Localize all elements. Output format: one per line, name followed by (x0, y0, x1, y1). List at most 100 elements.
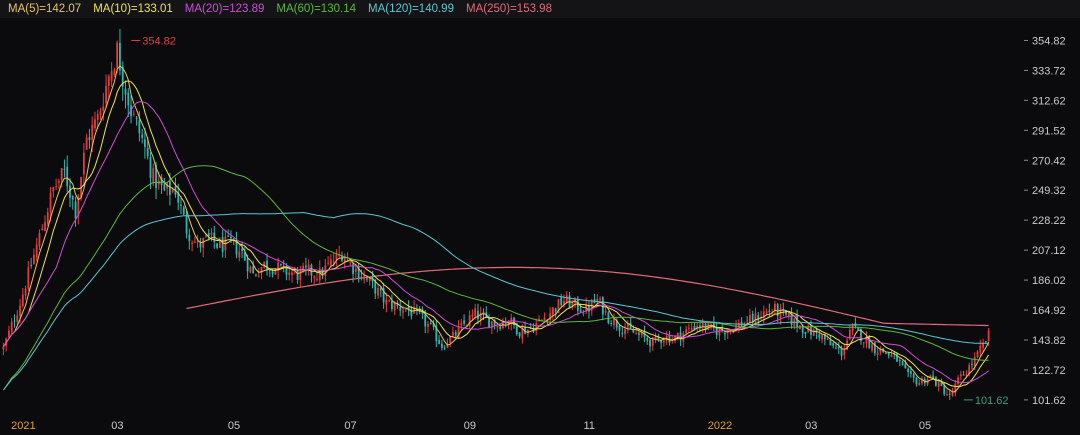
candle-body (937, 381, 940, 387)
candle-body (607, 312, 610, 324)
candle (479, 306, 482, 326)
candle (665, 331, 668, 345)
candle-body (973, 356, 976, 366)
candle-body (460, 322, 463, 326)
candle-body (463, 320, 465, 324)
candle (452, 326, 454, 338)
candle (715, 321, 718, 340)
candle (876, 346, 879, 361)
candle-body (57, 180, 60, 183)
candle (446, 338, 449, 349)
candle-body (310, 264, 313, 276)
candle (338, 245, 341, 258)
candle (454, 329, 457, 339)
candle-body (85, 137, 88, 150)
candle (549, 307, 552, 324)
candle-body (404, 309, 407, 311)
candle (793, 318, 796, 330)
candle-body (107, 76, 110, 87)
candle-body (329, 259, 332, 266)
candle (288, 268, 291, 281)
candle (613, 313, 615, 330)
candle-body (88, 137, 91, 140)
candle-body (255, 274, 257, 276)
candle-body (304, 265, 307, 268)
candle-body (474, 308, 477, 316)
candle (690, 321, 693, 333)
callouts: 354.82 101.62 (131, 35, 1009, 407)
candle-body (33, 254, 35, 264)
candle-body (976, 351, 979, 358)
candle (421, 306, 424, 320)
candle (163, 178, 166, 192)
candle (304, 257, 307, 276)
candle-body (663, 340, 665, 343)
candle-body (246, 258, 249, 272)
ma-legend: MA(5)=142.07 MA(10)=133.01 MA(20)=123.89… (0, 0, 1080, 18)
candle-body (885, 352, 887, 354)
candle (774, 300, 776, 315)
candle-body (163, 184, 166, 191)
ma250-layer (186, 266, 989, 327)
candle-body (366, 278, 368, 280)
candle-body (868, 335, 871, 349)
candle-body (488, 317, 490, 328)
candle-body (962, 374, 965, 376)
x-tick-label: 07 (344, 420, 356, 432)
candle-body (146, 147, 149, 157)
candle (13, 314, 16, 328)
candle-body (624, 329, 626, 334)
candle-body (410, 309, 413, 316)
candle-body (915, 377, 918, 385)
candle-body (21, 294, 24, 307)
candle-body (768, 310, 771, 313)
candle (782, 302, 785, 316)
candle (624, 322, 626, 340)
candle (751, 310, 754, 327)
candle (85, 133, 88, 150)
candle-body (665, 335, 668, 341)
candle (46, 207, 49, 227)
x-axis: 2021 03 05 07 09 11 2022 03 05 (11, 420, 931, 432)
candle-body (649, 339, 651, 347)
candle-body (132, 113, 135, 115)
candle-body (912, 374, 915, 378)
candle (329, 253, 332, 268)
candle-body (402, 310, 404, 313)
candle-body (235, 241, 238, 255)
candle (907, 367, 910, 378)
candle-body (946, 394, 948, 396)
candle (959, 370, 962, 381)
candle-body (124, 88, 127, 95)
candle-body (579, 309, 582, 312)
candle (385, 292, 388, 313)
candle-body (690, 328, 693, 330)
candle (33, 248, 35, 265)
y-tick-label: 270.42 (1032, 155, 1066, 167)
candle (57, 178, 60, 189)
candle-body (424, 314, 427, 327)
candle (249, 265, 252, 274)
candle (621, 326, 624, 338)
candle (879, 345, 882, 356)
candle-body (169, 180, 171, 195)
candle (918, 379, 921, 386)
candle-body (180, 204, 182, 206)
candle-body (851, 324, 854, 332)
x-tick-label: 05 (919, 420, 931, 432)
candle (699, 319, 701, 332)
candle-body (898, 360, 901, 362)
ma120-line (3, 211, 989, 391)
candlestick-chart[interactable]: 101.62 122.72 143.82 164.92 186.02 207.12 228.… (0, 18, 1080, 435)
candle-body (393, 303, 396, 311)
candle-body (316, 278, 318, 280)
candle (235, 231, 238, 259)
legend-ma10: MA(10)=133.01 (93, 3, 173, 15)
candle (796, 309, 799, 333)
candle-body (113, 69, 116, 76)
candle-body (890, 354, 893, 357)
candle (510, 313, 513, 331)
legend-ma20: MA(20)=123.89 (184, 3, 265, 15)
candle (44, 215, 46, 232)
candle (2, 342, 5, 356)
